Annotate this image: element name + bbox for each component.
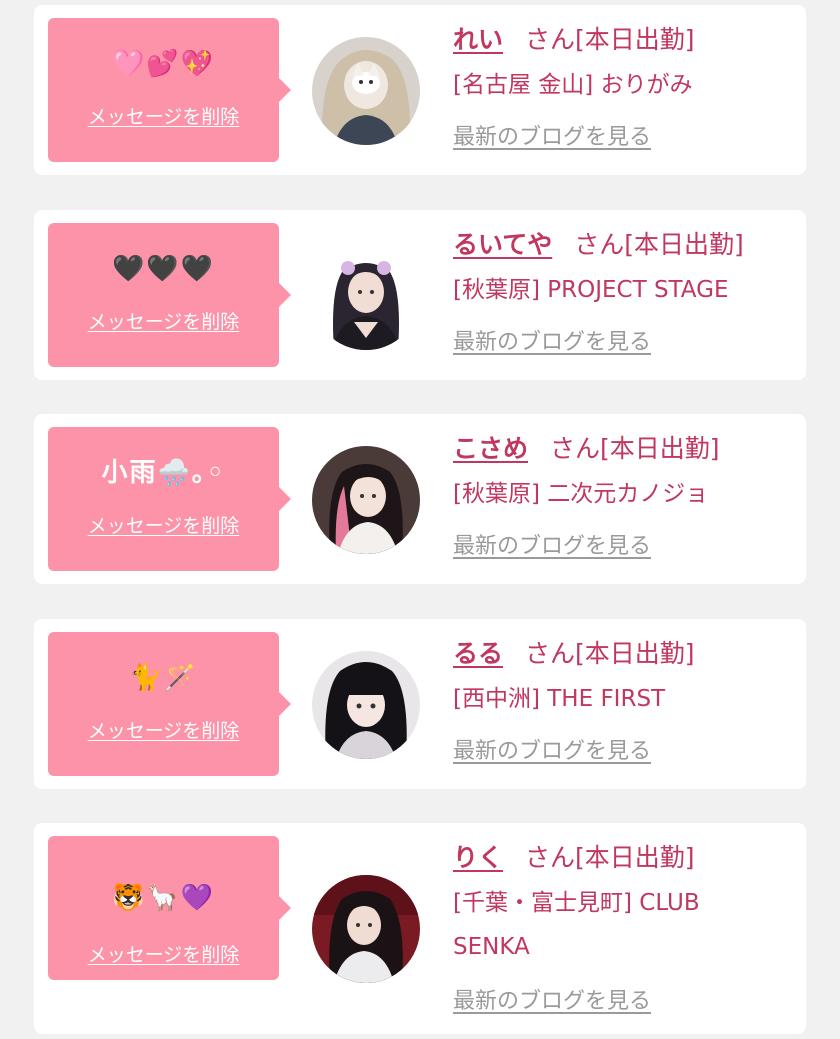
cast-name-line: りく さん[本日出勤] — [453, 841, 796, 875]
cast-info: こさめ さん[本日出勤] [秋葉原] 二次元カノジョ 最新のブログを見る — [453, 432, 796, 560]
cast-info: れい さん[本日出勤] [名古屋 金山] おりがみ 最新のブログを見る — [453, 23, 796, 151]
shop-name: [千葉・富士見町] CLUB SENKA — [453, 890, 700, 960]
cast-name-link[interactable]: こさめ — [453, 434, 528, 463]
message-text: 🩷💕💖 — [111, 49, 216, 79]
message-card: 🐈🪄 メッセージを削除 るる さん[本日出勤] [西中洲] THE FIRST 最… — [34, 619, 806, 789]
avatar[interactable] — [312, 37, 420, 145]
cast-name-line: れい さん[本日出勤] — [453, 23, 796, 57]
delete-message-link[interactable]: メッセージを削除 — [48, 307, 279, 334]
message-card: 小雨🌧️｡◦ メッセージを削除 こさめ さん[本日出勤] [秋葉原] 二次元カノジ… — [34, 414, 806, 584]
message-list: 🩷💕💖 メッセージを削除 れい さん[本日出勤] [名古屋 金山] おりがみ 最新… — [0, 0, 840, 1039]
message-text: 小雨🌧️｡◦ — [101, 458, 226, 488]
avatar[interactable] — [312, 651, 420, 759]
latest-blog-link[interactable]: 最新のブログを見る — [453, 119, 651, 151]
latest-blog-link[interactable]: 最新のブログを見る — [453, 324, 651, 356]
delete-message-link[interactable]: メッセージを削除 — [48, 102, 279, 129]
message-text: 🐈🪄 — [129, 663, 198, 693]
cast-name-line: るいてや さん[本日出勤] — [453, 228, 796, 262]
avatar[interactable] — [312, 242, 420, 350]
message-text: 🖤🖤🖤 — [111, 254, 216, 284]
status-text: さん[本日出勤] — [525, 843, 695, 872]
delete-message-link[interactable]: メッセージを削除 — [48, 940, 279, 967]
delete-message-link[interactable]: メッセージを削除 — [48, 716, 279, 743]
cast-info: るる さん[本日出勤] [西中洲] THE FIRST 最新のブログを見る — [453, 637, 796, 765]
message-bubble: 🐈🪄 メッセージを削除 — [48, 632, 291, 776]
message-card: 🐯🦙💜 メッセージを削除 りく さん[本日出勤] [千葉・富士見町] CLUB S… — [34, 823, 806, 1034]
status-text: さん[本日出勤] — [550, 434, 720, 463]
message-card: 🩷💕💖 メッセージを削除 れい さん[本日出勤] [名古屋 金山] おりがみ 最新… — [34, 5, 806, 175]
cast-name-link[interactable]: りく — [453, 843, 503, 872]
message-bubble: 🐯🦙💜 メッセージを削除 — [48, 836, 291, 980]
message-bubble: 小雨🌧️｡◦ メッセージを削除 — [48, 427, 291, 571]
cast-info: るいてや さん[本日出勤] [秋葉原] PROJECT STAGE 最新のブログを… — [453, 228, 796, 356]
message-bubble: 🩷💕💖 メッセージを削除 — [48, 18, 291, 162]
cast-name-link[interactable]: るる — [453, 639, 503, 668]
avatar[interactable] — [312, 446, 420, 554]
cast-info: りく さん[本日出勤] [千葉・富士見町] CLUB SENKA 最新のブログを見… — [453, 841, 796, 1015]
cast-name-link[interactable]: るいてや — [453, 230, 552, 259]
message-card: 🖤🖤🖤 メッセージを削除 るいてやさん[本日出勤] [秋葉原] PROJECT — [34, 210, 806, 380]
shop-name: [秋葉原] PROJECT STAGE — [453, 277, 729, 303]
shop-name: [名古屋 金山] おりがみ — [453, 72, 693, 98]
latest-blog-link[interactable]: 最新のブログを見る — [453, 528, 651, 560]
shop-name: [秋葉原] 二次元カノジョ — [453, 481, 709, 507]
status-text: さん[本日出勤] — [525, 639, 695, 668]
message-text: 🐯🦙💜 — [111, 883, 216, 913]
latest-blog-link[interactable]: 最新のブログを見る — [453, 983, 651, 1015]
message-bubble: 🖤🖤🖤 メッセージを削除 — [48, 223, 291, 367]
cast-name-line: こさめ さん[本日出勤] — [453, 432, 796, 466]
status-text: さん[本日出勤] — [525, 25, 695, 54]
cast-name-line: るる さん[本日出勤] — [453, 637, 796, 671]
cast-name-link[interactable]: れい — [453, 25, 503, 54]
shop-name: [西中洲] THE FIRST — [453, 686, 666, 712]
delete-message-link[interactable]: メッセージを削除 — [48, 511, 279, 538]
status-text: さん[本日出勤] — [574, 230, 744, 259]
latest-blog-link[interactable]: 最新のブログを見る — [453, 733, 651, 765]
avatar[interactable] — [312, 875, 420, 983]
